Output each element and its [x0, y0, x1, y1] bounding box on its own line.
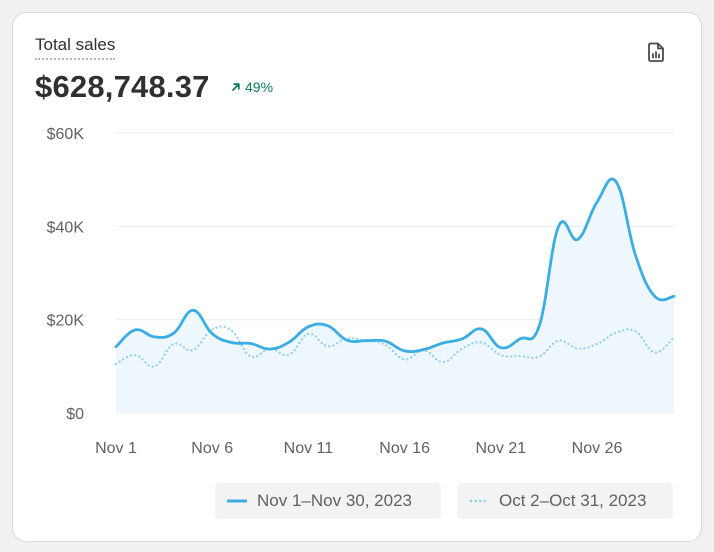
total-sales-card: Total sales $628,748.37 49% $0 $20K $40K $6… — [12, 12, 702, 542]
x-tick-label: Nov 1 — [95, 440, 137, 457]
legend-label-previous: Oct 2–Oct 31, 2023 — [499, 491, 647, 510]
legend-label-current: Nov 1–Nov 30, 2023 — [257, 491, 412, 510]
y-tick-label: $40K — [47, 219, 85, 236]
y-tick-label: $60K — [47, 126, 85, 143]
legend-solid-line-swatch — [227, 499, 247, 503]
x-tick-label: Nov 11 — [284, 440, 334, 457]
legend-item-previous[interactable]: Oct 2–Oct 31, 2023 — [457, 483, 673, 519]
x-tick-label: Nov 6 — [191, 440, 233, 457]
legend-dotted-line-swatch — [469, 499, 489, 503]
legend-item-current[interactable]: Nov 1–Nov 30, 2023 — [215, 483, 441, 519]
y-tick-label: $0 — [66, 406, 84, 423]
y-tick-label: $20K — [47, 313, 85, 330]
sales-line-chart: $0 $20K $40K $60K Nov 1 Nov 6 Nov 11 Nov 16 Nov … — [47, 126, 676, 457]
x-tick-label: Nov 21 — [475, 440, 526, 457]
x-tick-label: Nov 26 — [572, 440, 623, 457]
x-tick-label: Nov 16 — [379, 440, 430, 457]
